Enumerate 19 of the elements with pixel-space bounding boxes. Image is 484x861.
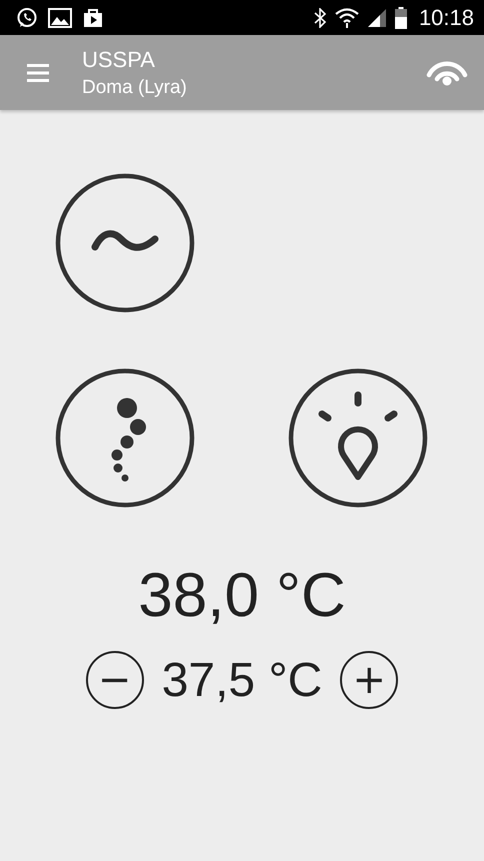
menu-icon[interactable] — [27, 62, 49, 82]
increase-button[interactable]: + — [340, 651, 398, 709]
bluetooth-icon — [312, 8, 327, 28]
pump-button[interactable] — [55, 173, 195, 313]
clock: 10:18 — [418, 4, 474, 30]
bubbles-button[interactable] — [55, 368, 195, 508]
bag-icon — [82, 6, 104, 28]
device-name: Doma (Lyra) — [82, 76, 188, 98]
decrease-button[interactable]: − — [86, 651, 144, 709]
app-title: USSPA — [82, 46, 156, 72]
light-button[interactable] — [288, 368, 428, 508]
image-icon — [48, 8, 72, 28]
wifi-icon — [334, 8, 359, 28]
chat-icon — [16, 6, 38, 28]
connection-icon[interactable] — [426, 60, 468, 86]
signal-icon — [366, 8, 387, 28]
target-temperature: 37,5 °C — [162, 652, 322, 708]
current-temperature: 38,0 °C — [137, 560, 347, 631]
battery-icon — [394, 6, 407, 28]
